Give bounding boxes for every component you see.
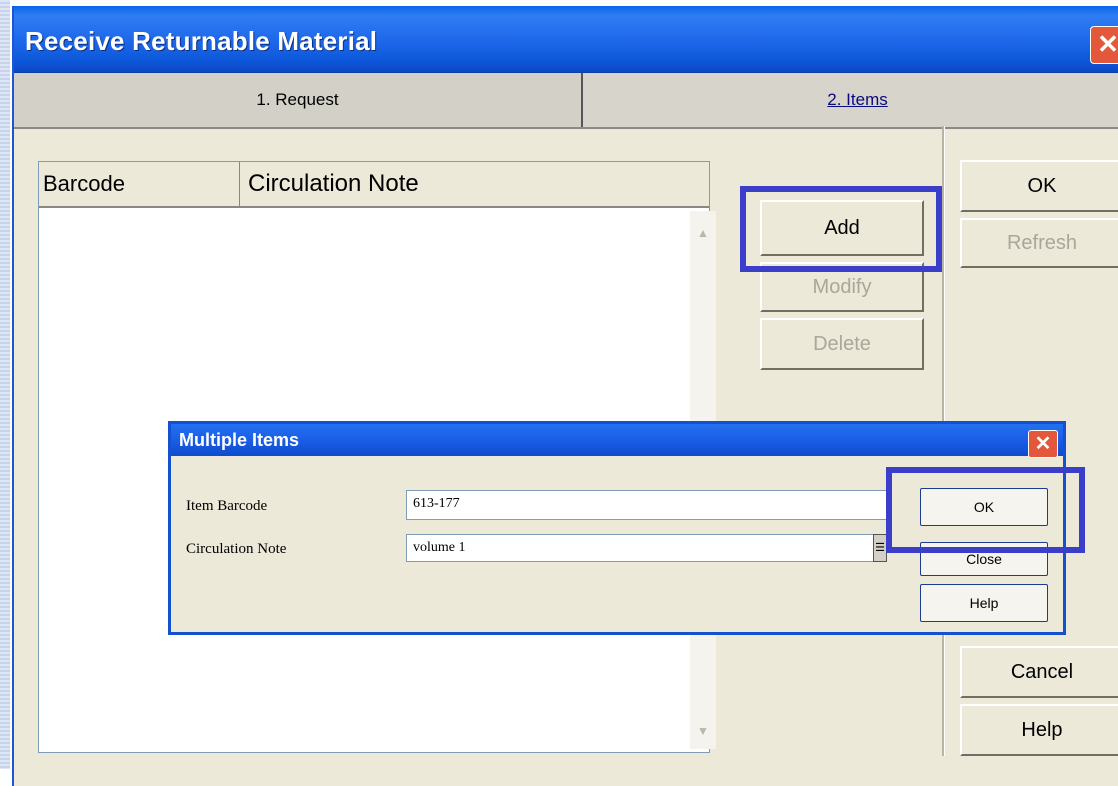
delete-button[interactable]: Delete <box>760 318 924 370</box>
scroll-up-icon[interactable]: ▲ <box>690 221 716 245</box>
tab-items[interactable]: 2. Items <box>581 73 1118 127</box>
dialog-ok-button[interactable]: OK <box>920 488 1048 526</box>
modify-button[interactable]: Modify <box>760 262 924 312</box>
window-title: Receive Returnable Material <box>25 26 378 56</box>
scroll-down-icon[interactable]: ▼ <box>690 719 716 743</box>
dialog-help-button[interactable]: Help <box>920 584 1048 622</box>
circulation-note-label: Circulation Note <box>186 541 287 557</box>
tab-request[interactable]: 1. Request <box>14 73 583 127</box>
tab-bar: 1. Request 2. Items <box>14 73 1118 129</box>
left-edge-stripes <box>0 0 10 769</box>
item-barcode-label: Item Barcode <box>186 498 268 514</box>
main-window: Receive Returnable Material ✕ 1. Request… <box>12 6 1118 786</box>
refresh-button[interactable]: Refresh <box>960 218 1118 268</box>
multiple-items-dialog: Multiple Items ✕ Item Barcode 613-177 Ci… <box>168 421 1066 635</box>
column-header-circulation-note[interactable]: Circulation Note <box>240 162 708 206</box>
grid-header: Barcode Circulation Note <box>39 162 709 208</box>
dialog-title-bar: Multiple Items ✕ <box>171 424 1063 458</box>
help-button[interactable]: Help <box>960 704 1118 756</box>
dialog-title: Multiple Items <box>179 430 300 450</box>
cancel-button[interactable]: Cancel <box>960 646 1118 698</box>
close-icon[interactable]: ✕ <box>1090 26 1118 64</box>
circulation-note-input[interactable]: volume 1 <box>406 534 874 562</box>
dropdown-icon[interactable]: ☰ <box>873 534 887 562</box>
column-header-barcode[interactable]: Barcode <box>39 162 240 206</box>
dialog-close-button[interactable]: Close <box>920 542 1048 576</box>
title-bar: Receive Returnable Material ✕ <box>14 6 1118 73</box>
ok-button[interactable]: OK <box>960 160 1118 212</box>
add-button[interactable]: Add <box>760 200 924 256</box>
item-barcode-input[interactable]: 613-177 <box>406 490 888 520</box>
dialog-close-icon[interactable]: ✕ <box>1028 430 1058 458</box>
